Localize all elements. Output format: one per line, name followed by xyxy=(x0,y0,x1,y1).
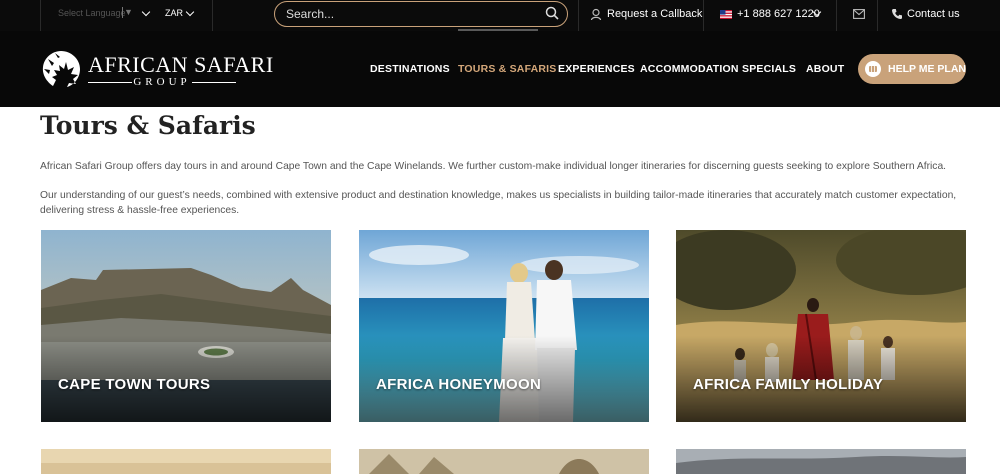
chevron-down-icon[interactable] xyxy=(141,7,151,17)
map-icon xyxy=(865,61,881,77)
headset-icon xyxy=(590,8,602,20)
currency-select[interactable]: ZAR xyxy=(165,8,183,18)
search-placeholder: Search... xyxy=(286,7,335,21)
intro-paragraph: Our understanding of our guest’s needs, … xyxy=(40,190,957,216)
chevron-down-icon[interactable] xyxy=(185,7,195,17)
tour-card-partial[interactable] xyxy=(676,449,966,474)
request-callback-link[interactable]: Request a Callback xyxy=(607,8,702,20)
card-image xyxy=(359,449,649,474)
card-title: AFRICA HONEYMOON xyxy=(376,376,542,393)
language-dropdown-arrow[interactable]: ▼ xyxy=(122,7,133,18)
main-header: AFRICAN SAFARI GROUP DESTINATIONS TOURS … xyxy=(0,31,1000,107)
logo-title[interactable]: AFRICAN SAFARI xyxy=(88,52,274,78)
tour-card-partial[interactable] xyxy=(41,449,331,474)
page-title: Tours & Safaris xyxy=(40,111,256,140)
cape-town-image xyxy=(41,230,331,422)
intro-paragraph: African Safari Group offers day tours in… xyxy=(40,161,947,172)
phone-number-link[interactable]: +1 888 627 1220 xyxy=(737,8,820,20)
tour-card-partial[interactable] xyxy=(359,449,649,474)
nav-destinations[interactable]: DESTINATIONS xyxy=(370,63,450,75)
contact-us-link[interactable]: Contact us xyxy=(907,8,960,20)
nav-about[interactable]: ABOUT xyxy=(806,63,844,75)
logo-rule xyxy=(192,82,236,83)
search-input[interactable]: Search... xyxy=(274,1,568,27)
honeymoon-image xyxy=(359,230,649,422)
divider xyxy=(40,0,41,31)
card-title: CAPE TOWN TOURS xyxy=(58,376,211,393)
mail-icon[interactable] xyxy=(853,9,865,19)
tour-card-cape-town[interactable]: CAPE TOWN TOURS xyxy=(41,230,331,422)
utility-bar: Select Language ▼ ZAR Search... Request … xyxy=(0,0,1000,31)
divider xyxy=(877,0,878,31)
divider xyxy=(703,0,704,31)
divider xyxy=(212,0,213,31)
help-me-plan-button[interactable]: HELP ME PLAN xyxy=(858,54,966,84)
card-image xyxy=(676,449,966,474)
nav-experiences[interactable]: EXPERIENCES xyxy=(558,63,635,75)
tour-card-honeymoon[interactable]: AFRICA HONEYMOON xyxy=(359,230,649,422)
help-me-plan-label: HELP ME PLAN xyxy=(888,63,966,75)
language-select[interactable]: Select Language xyxy=(58,8,126,18)
divider xyxy=(836,0,837,31)
nav-specials[interactable]: SPECIALS xyxy=(742,63,796,75)
search-icon[interactable] xyxy=(545,6,559,20)
nav-tours-safaris[interactable]: TOURS & SAFARIS xyxy=(458,63,556,75)
phone-icon xyxy=(892,9,902,19)
lion-logo-icon[interactable] xyxy=(40,49,82,89)
family-holiday-image xyxy=(676,230,966,422)
tour-card-family-holiday[interactable]: AFRICA FAMILY HOLIDAY xyxy=(676,230,966,422)
us-flag-icon xyxy=(720,10,732,19)
divider xyxy=(578,0,579,31)
nav-accommodation[interactable]: ACCOMMODATION xyxy=(640,63,739,75)
card-title: AFRICA FAMILY HOLIDAY xyxy=(693,376,884,393)
card-image xyxy=(41,449,331,474)
